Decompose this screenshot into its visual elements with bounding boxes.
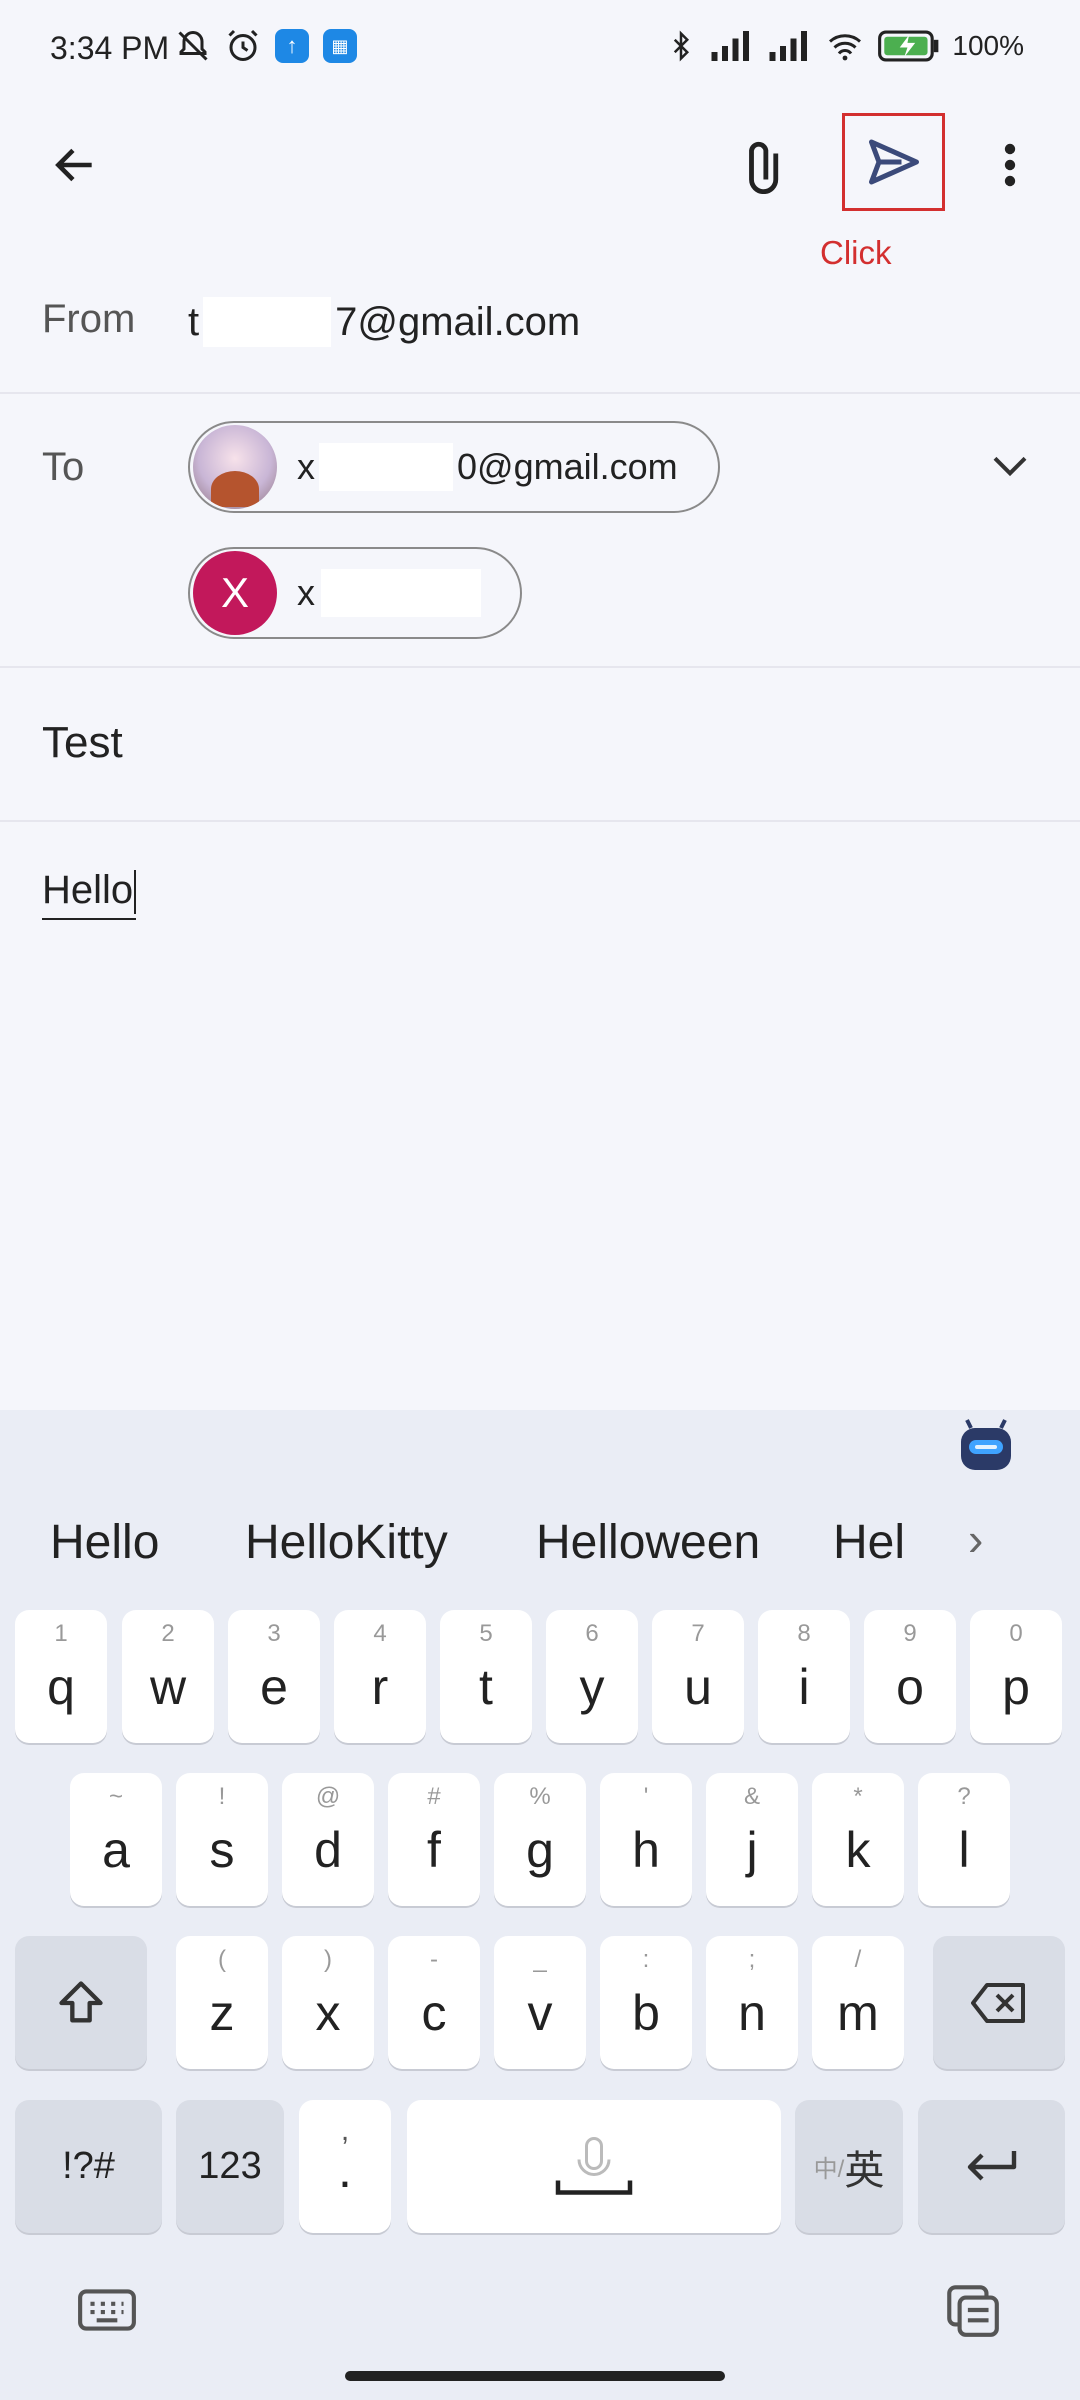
- backspace-icon: [971, 1982, 1025, 2023]
- status-time: 3:34 PM: [50, 30, 170, 66]
- click-annotation: Click: [820, 234, 892, 271]
- signal-icon-2: [769, 31, 808, 61]
- wifi-icon: [829, 34, 862, 61]
- key[interactable]: # f: [388, 1773, 480, 1906]
- key[interactable]: 3e: [228, 1610, 320, 1743]
- subject-field[interactable]: Test: [42, 718, 123, 768]
- key[interactable]: % g: [494, 1773, 586, 1906]
- bluetooth-icon: [674, 30, 690, 62]
- shift-icon: [59, 1980, 103, 2022]
- key[interactable]: 5t: [440, 1610, 532, 1743]
- attach-button[interactable]: [725, 125, 805, 205]
- enter-icon: [967, 2150, 1016, 2181]
- clipboard-button[interactable]: [940, 2278, 1004, 2342]
- gesture-nav-bar[interactable]: [345, 2371, 725, 2381]
- punctuation-key[interactable]: ,.: [299, 2100, 391, 2233]
- key[interactable]: -c: [388, 1936, 480, 2069]
- body-text: Hello: [42, 868, 134, 912]
- paperclip-icon: [749, 141, 779, 194]
- assistant-robot-icon[interactable]: [957, 1418, 1015, 1474]
- arrow-back-icon: [55, 148, 92, 182]
- recipient-prefix: x: [297, 572, 315, 613]
- key[interactable]: 2w: [122, 1610, 214, 1743]
- status-icons-right: 100%: [666, 28, 1024, 64]
- recipient-chip[interactable]: X x: [188, 547, 522, 639]
- shift-key[interactable]: [15, 1936, 147, 2069]
- recipient-chip[interactable]: x 0@gmail.com: [188, 421, 720, 513]
- key[interactable]: (z: [176, 1936, 268, 2069]
- key[interactable]: ) x: [282, 1936, 374, 2069]
- recipient-suffix: 0@gmail.com: [457, 446, 678, 487]
- send-button[interactable]: [842, 113, 945, 211]
- key[interactable]: @ d: [282, 1773, 374, 1906]
- suggestion[interactable]: Hel: [833, 1515, 905, 1570]
- numbers-key[interactable]: 123: [176, 2100, 284, 2233]
- key[interactable]: * k: [812, 1773, 904, 1906]
- keyboard-icon: [78, 2289, 136, 2331]
- key[interactable]: 8i: [758, 1610, 850, 1743]
- text-caret: [134, 870, 137, 915]
- to-label: To: [42, 445, 85, 489]
- key[interactable]: 7u: [652, 1610, 744, 1743]
- battery-charging-icon: [878, 30, 939, 62]
- avatar: X: [193, 551, 277, 635]
- suggestion[interactable]: HelloKitty: [245, 1515, 448, 1570]
- send-icon: [868, 139, 919, 185]
- key[interactable]: 4r: [334, 1610, 426, 1743]
- from-field[interactable]: t 7@gmail.com: [188, 297, 580, 347]
- symbols-key[interactable]: !?#: [15, 2100, 162, 2233]
- key[interactable]: ! s: [176, 1773, 268, 1906]
- status-icons-left: ↑ ▦: [175, 28, 357, 64]
- key[interactable]: 6y: [546, 1610, 638, 1743]
- from-label: From: [42, 297, 136, 341]
- backspace-key[interactable]: [933, 1936, 1065, 2069]
- signal-icon: [711, 31, 750, 61]
- key[interactable]: / m: [812, 1936, 904, 2069]
- lang-chinese: 中/: [813, 2156, 845, 2183]
- from-suffix: 7@gmail.com: [335, 299, 581, 344]
- space-key[interactable]: [407, 2100, 781, 2233]
- upload-app-icon: ↑: [275, 29, 309, 63]
- key[interactable]: 9o: [864, 1610, 956, 1743]
- bell-off-icon: [178, 30, 208, 61]
- microphone-icon: [555, 2136, 633, 2195]
- keyboard-switch-button[interactable]: [75, 2280, 139, 2340]
- avatar: [193, 425, 277, 509]
- more-options-button[interactable]: [985, 130, 1035, 200]
- divider: [0, 392, 1080, 394]
- chevron-down-icon: [993, 456, 1027, 477]
- redaction-block: [203, 297, 332, 347]
- key[interactable]: :b: [600, 1936, 692, 2069]
- key[interactable]: ; n: [706, 1936, 798, 2069]
- enter-key[interactable]: [918, 2100, 1065, 2233]
- redaction-block: [319, 443, 453, 491]
- key[interactable]: _ v: [494, 1936, 586, 2069]
- suggestion[interactable]: Hello: [50, 1515, 159, 1570]
- divider: [0, 820, 1080, 822]
- more-vert-icon: [1004, 143, 1016, 187]
- from-prefix: t: [188, 299, 200, 344]
- key[interactable]: ? l: [918, 1773, 1010, 1906]
- divider: [0, 666, 1080, 668]
- body-field[interactable]: Hello: [42, 868, 137, 921]
- status-bar: 3:34 PM ↑ ▦ 100%: [0, 0, 1080, 100]
- suggestion[interactable]: Helloween: [536, 1515, 760, 1570]
- chevron-right-icon[interactable]: ›: [968, 1512, 983, 1566]
- key[interactable]: ~ a: [70, 1773, 162, 1906]
- key[interactable]: 0p: [970, 1610, 1062, 1743]
- key[interactable]: 1q: [15, 1610, 107, 1743]
- alarm-icon: [228, 29, 258, 61]
- redaction-block: [321, 569, 481, 617]
- key[interactable]: ' h: [600, 1773, 692, 1906]
- back-button[interactable]: [40, 130, 110, 200]
- recipient-prefix: x: [297, 446, 315, 487]
- language-switch-key[interactable]: 中/英: [795, 2100, 903, 2233]
- expand-recipients-button[interactable]: [980, 440, 1040, 490]
- lang-english: 英: [844, 2148, 885, 2193]
- keyboard-app-icon: ▦: [323, 29, 357, 63]
- key[interactable]: & j: [706, 1773, 798, 1906]
- battery-level: 100%: [952, 30, 1024, 61]
- clipboard-icon: [947, 2285, 999, 2337]
